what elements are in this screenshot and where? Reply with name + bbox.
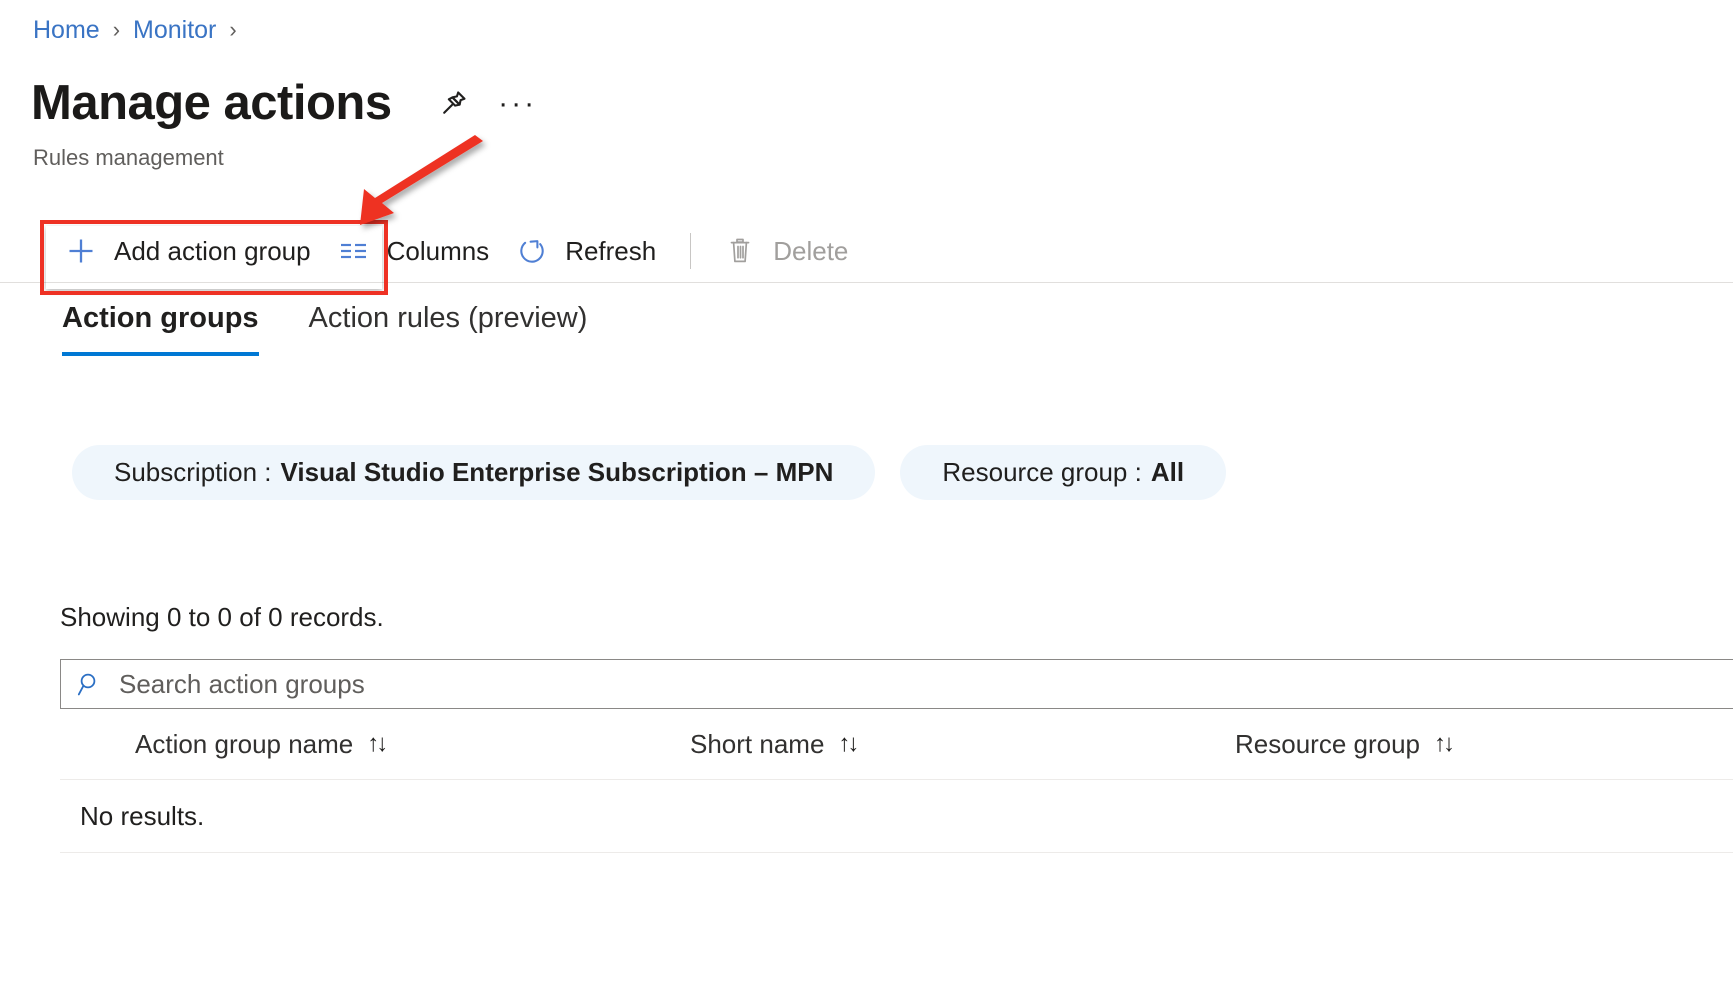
add-action-group-button[interactable]: Add action group xyxy=(52,223,325,279)
delete-label: Delete xyxy=(773,236,849,266)
plus-icon xyxy=(66,236,96,266)
tab-action-rules-preview-label: Action rules (preview) xyxy=(308,302,588,334)
sort-icon[interactable]: ↑↓ xyxy=(367,732,388,756)
sort-icon[interactable]: ↑↓ xyxy=(838,732,859,756)
toolbar-divider xyxy=(690,233,692,269)
delete-button[interactable]: Delete xyxy=(711,223,862,279)
trash-icon xyxy=(725,236,755,266)
breadcrumb-item-monitor[interactable]: Monitor xyxy=(133,14,216,46)
column-header-resource-group-label: Resource group xyxy=(1235,728,1420,759)
column-header-short-name-label: Short name xyxy=(690,728,825,759)
tab-list: Action groups Action rules (preview) xyxy=(62,300,587,356)
pin-icon[interactable] xyxy=(437,86,471,120)
sort-icon[interactable]: ↑↓ xyxy=(1434,732,1455,756)
tab-action-groups[interactable]: Action groups xyxy=(62,300,259,356)
breadcrumb: Home › Monitor › xyxy=(33,14,250,46)
refresh-icon xyxy=(517,236,547,266)
breadcrumb-separator-icon: › xyxy=(112,17,121,42)
page-subtitle: Rules management xyxy=(33,145,224,170)
column-header-action-group-name[interactable]: Action group name ↑↓ xyxy=(135,729,690,760)
filter-pill-resource-group-label: Resource group : xyxy=(942,457,1142,487)
search-box[interactable] xyxy=(60,659,1733,709)
filter-pill-subscription-label: Subscription : xyxy=(114,457,272,487)
filter-pill-row: Subscription : Visual Studio Enterprise … xyxy=(72,445,1227,500)
filter-pill-resource-group[interactable]: Resource group : All xyxy=(900,445,1227,500)
columns-button[interactable]: Columns xyxy=(325,223,504,279)
tab-action-rules-preview[interactable]: Action rules (preview) xyxy=(309,300,588,356)
refresh-label: Refresh xyxy=(565,236,657,266)
tab-action-groups-label: Action groups xyxy=(62,302,259,334)
breadcrumb-item-home[interactable]: Home xyxy=(33,14,100,46)
table-empty-row: No results. xyxy=(60,780,1733,853)
action-groups-table: Action group name ↑↓ Short name ↑↓ Resou… xyxy=(60,709,1733,853)
breadcrumb-separator-icon: › xyxy=(229,17,237,42)
search-input[interactable] xyxy=(117,663,1733,705)
refresh-button[interactable]: Refresh xyxy=(503,223,670,279)
more-options-icon[interactable]: ··· xyxy=(498,85,535,121)
records-count-text: Showing 0 to 0 of 0 records. xyxy=(60,602,384,632)
page-title-row: Manage actions ··· xyxy=(31,72,535,134)
command-bar-divider xyxy=(0,282,1733,283)
no-results-text: No results. xyxy=(80,800,205,831)
column-header-short-name[interactable]: Short name ↑↓ xyxy=(690,729,1235,760)
search-icon xyxy=(77,671,103,697)
filter-pill-subscription[interactable]: Subscription : Visual Studio Enterprise … xyxy=(72,445,876,500)
column-header-resource-group[interactable]: Resource group ↑↓ xyxy=(1235,729,1733,760)
columns-label: Columns xyxy=(386,236,490,266)
table-header-row: Action group name ↑↓ Short name ↑↓ Resou… xyxy=(60,709,1733,780)
page-title: Manage actions xyxy=(31,76,392,130)
add-action-group-label: Add action group xyxy=(114,236,311,266)
columns-icon xyxy=(339,236,369,266)
filter-pill-subscription-value: Visual Studio Enterprise Subscription – … xyxy=(280,457,834,487)
column-header-action-group-name-label: Action group name xyxy=(135,728,354,759)
filter-pill-resource-group-value: All xyxy=(1150,457,1185,487)
